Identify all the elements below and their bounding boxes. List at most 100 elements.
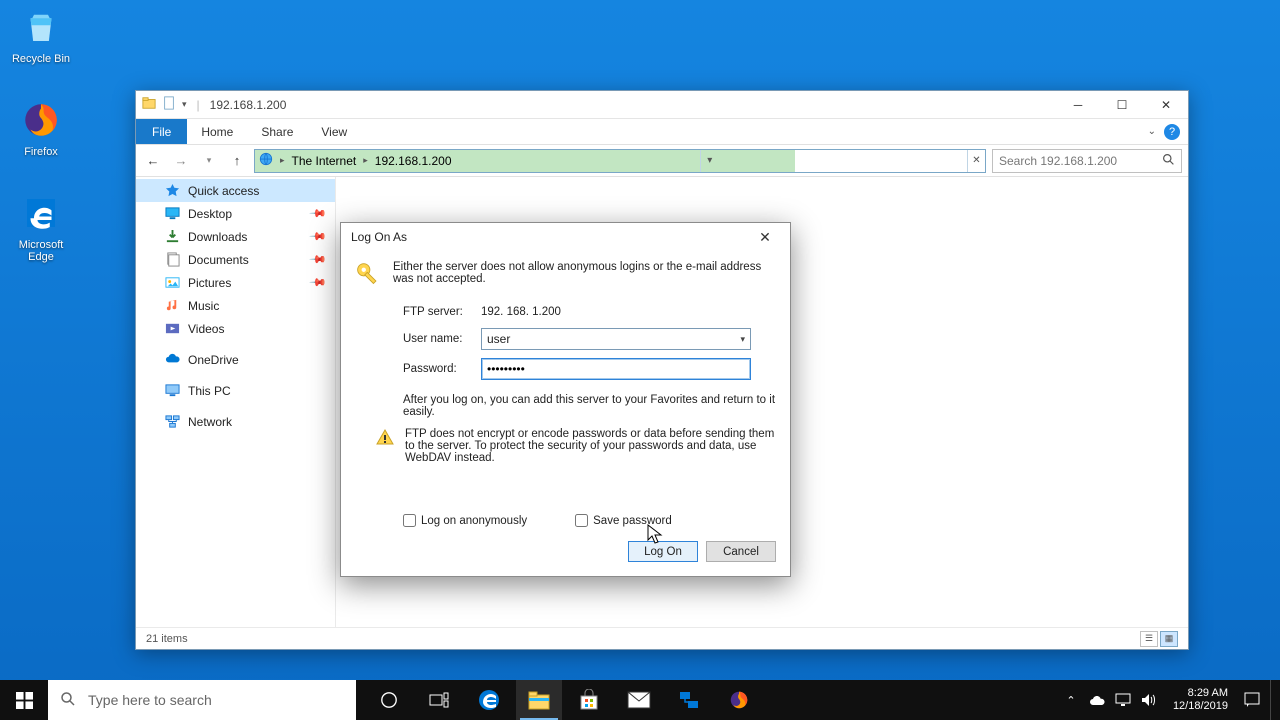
taskbar-app-connect[interactable]: [666, 680, 712, 720]
ribbon-tab-view[interactable]: View: [307, 119, 361, 144]
music-icon: [164, 298, 180, 314]
chevron-right-icon[interactable]: ▸: [277, 155, 288, 166]
taskbar-search-input[interactable]: Type here to search: [48, 680, 356, 720]
pictures-icon: [164, 275, 180, 291]
dialog-warning-text: FTP does not encrypt or encode passwords…: [405, 428, 776, 464]
password-label: Password:: [403, 363, 481, 375]
network-tray-icon[interactable]: [1115, 692, 1131, 708]
anon-checkbox[interactable]: Log on anonymously: [403, 514, 527, 527]
taskbar-app-explorer[interactable]: [516, 680, 562, 720]
address-dropdown-button[interactable]: ▾: [700, 150, 718, 172]
logon-dialog: Log On As ✕ Either the server does not a…: [340, 222, 791, 577]
address-stop-button[interactable]: ✕: [967, 150, 985, 172]
sidebar-item-this-pc[interactable]: This PC: [136, 379, 335, 402]
taskbar-app-firefox[interactable]: [716, 680, 762, 720]
titlebar[interactable]: ▾ | 192.168.1.200 ─ ☐ ✕: [136, 91, 1188, 119]
dialog-info-text: After you log on, you can add this serve…: [403, 394, 776, 418]
view-details-button[interactable]: ☰: [1140, 631, 1158, 647]
view-icons-button[interactable]: ▦: [1160, 631, 1178, 647]
taskbar-app-edge[interactable]: [466, 680, 512, 720]
cortana-button[interactable]: [366, 680, 412, 720]
pin-icon: 📌: [309, 227, 328, 246]
taskbar-app-mail[interactable]: [616, 680, 662, 720]
explorer-app-icon: [142, 96, 156, 113]
username-input[interactable]: user ▾: [481, 328, 751, 350]
edge-icon: [19, 191, 63, 235]
username-label: User name:: [403, 333, 481, 345]
breadcrumb-root[interactable]: The Internet: [292, 154, 357, 168]
close-button[interactable]: ✕: [1144, 91, 1188, 119]
minimize-button[interactable]: ─: [1056, 91, 1100, 119]
warning-icon: [375, 428, 395, 464]
navbar: ← → ▾ ↑ ▸ The Internet ▸ 192.168.1.200 ▾…: [136, 145, 1188, 177]
titlebar-dropdown-icon[interactable]: ▾: [182, 99, 187, 110]
pin-icon: 📌: [309, 250, 328, 269]
logon-button[interactable]: Log On: [628, 541, 698, 562]
breadcrumb-current[interactable]: 192.168.1.200: [375, 154, 452, 168]
sidebar-item-downloads[interactable]: Downloads 📌: [136, 225, 335, 248]
window-title: 192.168.1.200: [210, 98, 287, 112]
desktop-icon-edge[interactable]: Microsoft Edge: [5, 191, 77, 263]
recycle-bin-icon: [19, 5, 63, 49]
dialog-close-button[interactable]: ✕: [750, 229, 780, 246]
nav-back-button[interactable]: ←: [142, 150, 164, 172]
cursor-icon: [647, 524, 663, 546]
sidebar-item-music[interactable]: Music: [136, 294, 335, 317]
dialog-title: Log On As: [351, 230, 407, 244]
ftp-server-value: 192. 168. 1.200: [481, 306, 561, 318]
help-icon[interactable]: ?: [1164, 124, 1180, 140]
desktop-icon-label: Firefox: [5, 146, 77, 158]
taskbar-app-store[interactable]: [566, 680, 612, 720]
sidebar-item-pictures[interactable]: Pictures 📌: [136, 271, 335, 294]
address-bar[interactable]: ▸ The Internet ▸ 192.168.1.200 ▾ ✕: [254, 149, 986, 173]
ribbon-tab-share[interactable]: Share: [247, 119, 307, 144]
task-view-button[interactable]: [416, 680, 462, 720]
volume-tray-icon[interactable]: [1141, 692, 1157, 708]
desktop-icon: [164, 206, 180, 222]
sidebar-quick-access[interactable]: Quick access: [136, 179, 335, 202]
sidebar-item-desktop[interactable]: Desktop 📌: [136, 202, 335, 225]
search-icon: [60, 691, 76, 710]
show-desktop-button[interactable]: [1270, 680, 1276, 720]
onedrive-tray-icon[interactable]: [1089, 692, 1105, 708]
dialog-message: Either the server does not allow anonymo…: [393, 261, 776, 292]
password-input[interactable]: [481, 358, 751, 380]
desktop-icon-recycle-bin[interactable]: Recycle Bin: [5, 5, 77, 65]
search-icon: [1162, 153, 1175, 169]
nav-up-button[interactable]: ↑: [226, 150, 248, 172]
action-center-icon[interactable]: [1244, 692, 1260, 708]
globe-icon: [259, 152, 273, 169]
sidebar: Quick access Desktop 📌 Downloads 📌 Docum…: [136, 177, 336, 627]
ribbon: File Home Share View ⌄ ?: [136, 119, 1188, 145]
network-icon: [164, 414, 180, 430]
tray-overflow-icon[interactable]: ⌃: [1063, 692, 1079, 708]
quick-doc-icon[interactable]: [162, 96, 176, 113]
system-tray[interactable]: ⌃ 8:29 AM 12/18/2019: [1063, 680, 1280, 720]
star-icon: [164, 183, 180, 199]
desktop-icon-firefox[interactable]: Firefox: [5, 98, 77, 158]
ribbon-tab-file[interactable]: File: [136, 119, 187, 144]
ribbon-expand-icon[interactable]: ⌄: [1148, 126, 1156, 137]
sidebar-item-network[interactable]: Network: [136, 410, 335, 433]
maximize-button[interactable]: ☐: [1100, 91, 1144, 119]
this-pc-icon: [164, 383, 180, 399]
item-count: 21 items: [146, 633, 188, 645]
key-icon: [355, 261, 383, 292]
pin-icon: 📌: [309, 204, 328, 223]
clock[interactable]: 8:29 AM 12/18/2019: [1167, 687, 1234, 713]
sidebar-item-documents[interactable]: Documents 📌: [136, 248, 335, 271]
cancel-button[interactable]: Cancel: [706, 541, 776, 562]
search-input[interactable]: Search 192.168.1.200: [992, 149, 1182, 173]
nav-forward-button[interactable]: →: [170, 150, 192, 172]
chevron-right-icon[interactable]: ▸: [360, 155, 371, 166]
sidebar-item-onedrive[interactable]: OneDrive: [136, 348, 335, 371]
nav-recent-dropdown[interactable]: ▾: [198, 150, 220, 172]
videos-icon: [164, 321, 180, 337]
statusbar: 21 items ☰ ▦: [136, 627, 1188, 649]
ribbon-tab-home[interactable]: Home: [187, 119, 247, 144]
sidebar-item-videos[interactable]: Videos: [136, 317, 335, 340]
chevron-down-icon[interactable]: ▾: [740, 334, 745, 345]
documents-icon: [164, 252, 180, 268]
start-button[interactable]: [0, 680, 48, 720]
downloads-icon: [164, 229, 180, 245]
